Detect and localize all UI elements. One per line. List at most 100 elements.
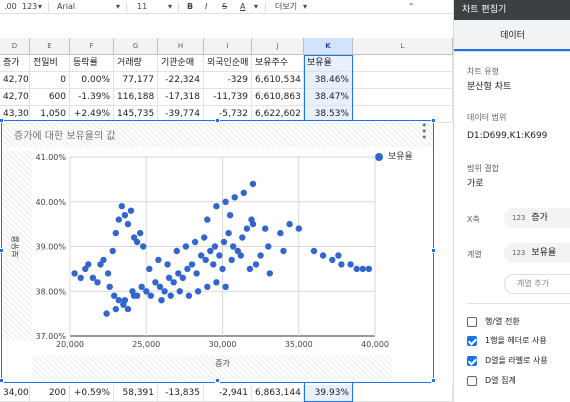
scatter-point[interactable] [170,279,177,286]
table-header-cell[interactable]: 기관순매 [158,55,204,72]
table-header-cell[interactable]: 등락률 [70,55,114,72]
font-size-select[interactable]: 11 [137,1,147,13]
scatter-point[interactable] [182,243,190,250]
scatter-point[interactable] [130,292,138,299]
scatter-point[interactable] [147,292,154,299]
resize-handle[interactable] [431,118,436,123]
scatter-point[interactable] [109,247,116,255]
table-cell[interactable] [353,55,453,72]
scatter-point[interactable] [112,305,120,313]
chevron-down-icon[interactable]: ▾ [254,1,258,13]
scatter-point[interactable] [133,238,141,246]
scatter-point[interactable] [185,292,193,299]
scatter-point[interactable] [277,229,284,237]
scatter-point[interactable] [179,274,186,281]
checkbox[interactable] [467,316,477,327]
table-cell[interactable]: 0.00% [70,72,114,89]
chevron-down-icon[interactable]: ▾ [116,1,120,13]
table-cell[interactable]: -13,835 [158,385,204,402]
table-cell[interactable]: -22,324 [158,72,204,89]
table-cell[interactable]: +0.59% [70,385,114,402]
y-axis-title[interactable]: 보유율 [11,235,20,257]
scatter-point[interactable] [211,243,219,250]
scatter-point[interactable] [204,216,211,223]
table-cell[interactable]: 116,188 [114,89,158,106]
format-number-button[interactable]: 123 [22,1,37,13]
scatter-point[interactable] [158,297,165,304]
add-series-button[interactable]: 계열 추가 [504,274,570,294]
scatter-point[interactable] [104,270,112,277]
scatter-point[interactable] [220,238,228,246]
column-header-e[interactable]: E [30,38,70,55]
scatter-point[interactable] [310,247,318,255]
scatter-point[interactable] [338,261,345,268]
checkbox-row-switch[interactable]: 행/열 전환 [467,316,520,328]
chevron-down-icon[interactable]: ▾ [303,1,307,13]
scatter-point[interactable] [103,310,110,317]
scatter-point[interactable] [173,247,180,255]
column-header-g[interactable]: G [114,38,158,55]
scatter-point[interactable] [202,256,209,264]
scatter-point[interactable] [85,261,92,268]
table-cell[interactable]: 38.47% [304,89,353,106]
resize-handle[interactable] [215,378,220,383]
scatter-point[interactable] [121,212,129,219]
scatter-point[interactable] [329,256,336,264]
scatter-point[interactable] [152,279,159,286]
scatter-point[interactable] [191,238,199,246]
scatter-point[interactable] [230,243,237,250]
scatter-point[interactable] [115,216,123,223]
column-header-i[interactable]: I [204,38,252,55]
table-cell[interactable]: -2,941 [204,385,252,402]
column-header-d[interactable]: D [0,38,30,55]
scatter-point[interactable] [219,265,226,273]
scatter-point[interactable] [165,274,173,281]
scatter-point[interactable] [106,283,113,290]
scatter-point[interactable] [193,270,200,277]
scatter-point[interactable] [231,194,238,201]
checkbox-row-header[interactable]: 1행을 헤더로 사용 [467,335,547,347]
scatter-point[interactable] [112,229,120,237]
scatter-point[interactable] [176,288,183,295]
resize-handle[interactable] [0,378,4,383]
scatter-point[interactable] [121,297,129,304]
table-cell[interactable]: 77,177 [114,72,158,89]
chevron-down-icon[interactable]: ▾ [168,1,172,13]
series-chip[interactable]: 123 보유율 [504,243,570,263]
scatter-point[interactable] [213,279,220,286]
x-axis-title[interactable]: 증가 [215,359,230,368]
table-cell[interactable]: 38.46% [304,72,353,89]
data-range-input[interactable]: D1:D699,K1:K699 [467,131,547,141]
scatter-point[interactable] [100,256,107,264]
table-cell[interactable]: -17,318 [158,89,204,106]
table-cell[interactable]: 6,610,534 [252,72,304,89]
checkbox[interactable] [467,375,477,386]
scatter-point[interactable] [286,220,293,228]
scatter-point[interactable] [71,270,78,277]
scatter-point[interactable] [240,189,247,196]
column-header-l[interactable]: L [353,38,453,55]
scatter-point[interactable] [265,243,272,250]
scatter-point[interactable] [115,297,123,304]
checkbox-row-aggregate[interactable]: D열 집계 [467,375,516,387]
font-select[interactable]: Arial [57,1,75,13]
scatter-point[interactable] [319,252,327,259]
table-cell[interactable]: 6,610,863 [252,89,304,106]
resize-handle[interactable] [215,118,220,123]
scatter-point[interactable] [353,265,360,273]
table-cell[interactable]: 58,391 [114,385,158,402]
text-color-button[interactable]: A [240,1,245,13]
scatter-point[interactable] [266,270,273,277]
scatter-point[interactable] [138,283,145,290]
table-cell[interactable]: -11,739 [204,89,252,106]
scatter-point[interactable] [213,203,220,210]
scatter-point[interactable] [216,252,223,259]
table-cell[interactable]: 200 [30,385,70,402]
scatter-point[interactable] [225,229,232,237]
table-header-cell[interactable]: 외국인순매 [204,55,252,72]
scatter-point[interactable] [252,261,260,268]
checkbox-checked[interactable] [467,335,477,346]
table-cell[interactable] [353,385,453,402]
scatter-point[interactable] [124,305,132,313]
column-header-k[interactable]: K [304,38,353,55]
